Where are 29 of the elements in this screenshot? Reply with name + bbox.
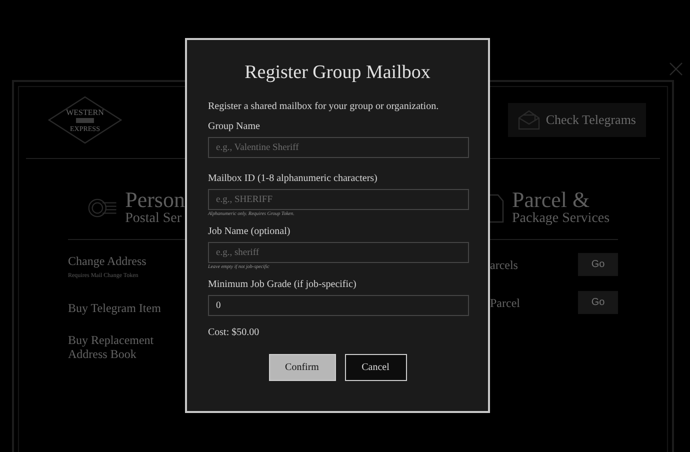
section-title: Person [125,189,185,211]
check-telegrams-button[interactable]: Check Telegrams [508,103,646,137]
postmark-icon [88,196,118,220]
box-icon [490,193,504,223]
service-label: Buy Replacement Address Book [68,333,155,361]
close-icon[interactable] [669,62,683,76]
section-subtitle: Package Services [512,211,610,227]
input-field[interactable]: e.g., SHERIFF [208,189,469,210]
dialog-title: Register Group Mailbox [244,62,432,84]
section-title: Parcel & [512,189,591,211]
input-field[interactable]: e.g., sheriff [208,242,469,263]
service-label: Buy Telegram Item [68,301,162,315]
dialog-description: Register a shared mailbox for your group or organization. [208,101,440,112]
go-button[interactable]: Go [578,291,618,314]
input-field[interactable]: 0 [208,295,469,316]
go-button[interactable]: Go [578,253,618,276]
field-label: Group Name [208,121,261,132]
field-label: Minimum Job Grade (if job-specific) [208,279,358,290]
field-label: Mailbox ID (1-8 alphanumeric characters) [208,173,378,184]
cancel-button[interactable]: Cancel [344,354,406,381]
input-field[interactable]: e.g., Valentine Sheriff [208,137,469,158]
service-label: Parcel [490,296,520,310]
service-label: Change Address [68,254,148,268]
section-subtitle: Postal Ser [125,211,182,227]
service-label: arcels [490,258,518,272]
cost-text: Cost: $50.00 [208,327,260,338]
confirm-button[interactable]: Confirm [268,354,336,381]
field-label: Job Name (optional) [208,226,292,237]
envelope-icon [518,110,540,130]
